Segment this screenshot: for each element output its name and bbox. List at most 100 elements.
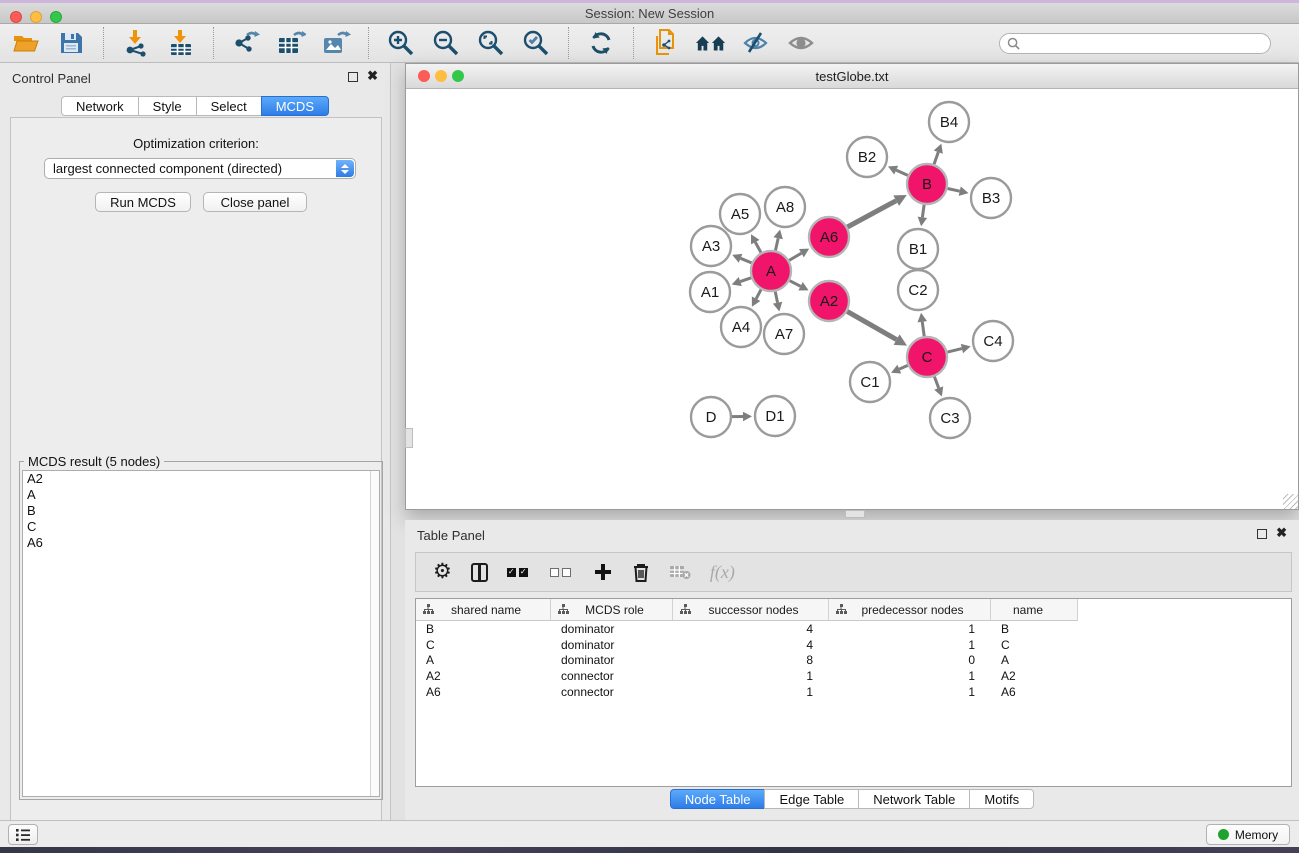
save-session-icon[interactable] [55,27,87,59]
column-header-shared-name[interactable]: shared name [416,599,551,621]
table-cell[interactable]: dominator [551,653,673,667]
result-list-item[interactable]: A2 [23,471,379,487]
tab-network-table[interactable]: Network Table [858,789,970,809]
graph-edge-A-A1[interactable] [740,278,751,282]
table-cell[interactable]: 1 [829,685,991,699]
tab-mcds[interactable]: MCDS [261,96,329,116]
tab-select[interactable]: Select [196,96,262,116]
zoom-fit-icon[interactable] [475,27,507,59]
graph-edge-C-C2[interactable] [922,322,924,336]
table-cell[interactable]: A6 [416,685,551,699]
close-panel-button[interactable]: Close panel [203,192,307,212]
table-cell[interactable]: dominator [551,638,673,652]
delete-table-icon[interactable] [669,559,691,585]
minimize-window-light[interactable] [30,11,42,23]
hide-selected-icon[interactable] [740,27,772,59]
tab-network[interactable]: Network [61,96,139,116]
graph-edge-C-C1[interactable] [899,365,907,369]
float-panel-icon[interactable] [348,72,358,82]
result-list-item[interactable]: A [23,487,379,503]
graph-edge-A-A5[interactable] [755,242,761,252]
minimize-window-light[interactable] [435,70,447,82]
splitter-handle[interactable] [405,428,413,448]
delete-column-icon[interactable] [632,559,650,585]
graph-edge-A-A4[interactable] [756,290,761,299]
close-window-light[interactable] [10,11,22,23]
graph-edge-B-B3[interactable] [948,188,960,191]
column-header-successor-nodes[interactable]: successor nodes [673,599,829,621]
graph-edge-B-B2[interactable] [896,170,908,175]
close-window-light[interactable] [418,70,430,82]
result-list-item[interactable]: B [23,503,379,519]
table-cell[interactable]: 8 [673,653,829,667]
column-header-MCDS-role[interactable]: MCDS role [551,599,673,621]
table-cell[interactable]: A2 [416,669,551,683]
table-cell[interactable]: 4 [673,622,829,636]
task-history-button[interactable] [8,824,38,845]
zoom-window-light[interactable] [50,11,62,23]
network-canvas[interactable]: AA1A2A3A4A5A6A7A8BB1B2B3B4CC1C2C3C4DD1 [406,89,1298,509]
splitter-handle[interactable] [845,510,865,518]
table-cell[interactable]: connector [551,669,673,683]
deselect-all-icon[interactable] [550,559,574,585]
refresh-icon[interactable] [585,27,617,59]
table-cell[interactable]: 1 [673,685,829,699]
search-field[interactable] [999,33,1271,54]
column-header-name[interactable]: name [991,599,1078,621]
import-table-icon[interactable] [165,27,197,59]
table-cell[interactable]: connector [551,685,673,699]
table-settings-icon[interactable]: ⚙ [433,559,452,585]
zoom-window-light[interactable] [452,70,464,82]
column-header-predecessor-nodes[interactable]: predecessor nodes [829,599,991,621]
export-table-icon[interactable] [275,27,307,59]
table-cell[interactable]: 1 [829,638,991,652]
optimization-select[interactable]: largest connected component (directed) [44,158,356,179]
show-all-icon[interactable] [785,27,817,59]
add-column-icon[interactable] [593,559,613,585]
result-list-item[interactable]: A6 [23,535,379,551]
memory-button[interactable]: Memory [1206,824,1290,845]
first-neighbors-icon[interactable] [695,27,727,59]
tab-node-table[interactable]: Node Table [670,789,766,809]
table-row[interactable]: A2connector11A2 [416,668,1291,684]
show-column-icon[interactable] [471,559,488,585]
table-row[interactable]: Bdominator41B [416,621,1291,637]
table-cell[interactable]: 1 [673,669,829,683]
tab-edge-table[interactable]: Edge Table [764,789,859,809]
table-cell[interactable]: dominator [551,622,673,636]
table-cell[interactable]: 4 [673,638,829,652]
table-cell[interactable]: 1 [829,669,991,683]
zoom-out-icon[interactable] [430,27,462,59]
search-input[interactable] [1025,35,1270,52]
table-cell[interactable]: 1 [829,622,991,636]
zoom-selected-icon[interactable] [520,27,552,59]
table-cell[interactable]: A6 [991,685,1078,699]
clone-network-icon[interactable] [650,27,682,59]
run-mcds-button[interactable]: Run MCDS [95,192,191,212]
graph-edge-B-B4[interactable] [934,152,938,164]
zoom-in-icon[interactable] [385,27,417,59]
select-all-icon[interactable] [507,559,531,585]
graph-edge-C-C4[interactable] [947,349,961,353]
table-cell[interactable]: 0 [829,653,991,667]
tab-motifs[interactable]: Motifs [969,789,1034,809]
float-panel-icon[interactable] [1257,529,1267,539]
graph-edge-A-A6[interactable] [789,253,801,260]
open-session-icon[interactable] [10,27,42,59]
graph-edge-A-A2[interactable] [790,281,801,287]
result-list-item[interactable]: C [23,519,379,535]
node-table[interactable]: shared nameMCDS rolesuccessor nodesprede… [415,598,1292,787]
table-cell[interactable]: C [416,638,551,652]
export-image-icon[interactable] [320,27,352,59]
import-network-icon[interactable] [120,27,152,59]
tab-style[interactable]: Style [138,96,197,116]
function-builder-icon[interactable]: f(x) [710,559,735,585]
table-cell[interactable]: A2 [991,669,1078,683]
table-cell[interactable]: A [416,653,551,667]
table-cell[interactable]: C [991,638,1078,652]
table-cell[interactable]: A [991,653,1078,667]
close-panel-icon[interactable]: ✖ [1276,526,1287,540]
table-row[interactable]: Cdominator41C [416,637,1291,653]
mcds-result-list[interactable]: A2ABCA6 [22,470,380,797]
graph-edge-A-A3[interactable] [741,258,752,263]
